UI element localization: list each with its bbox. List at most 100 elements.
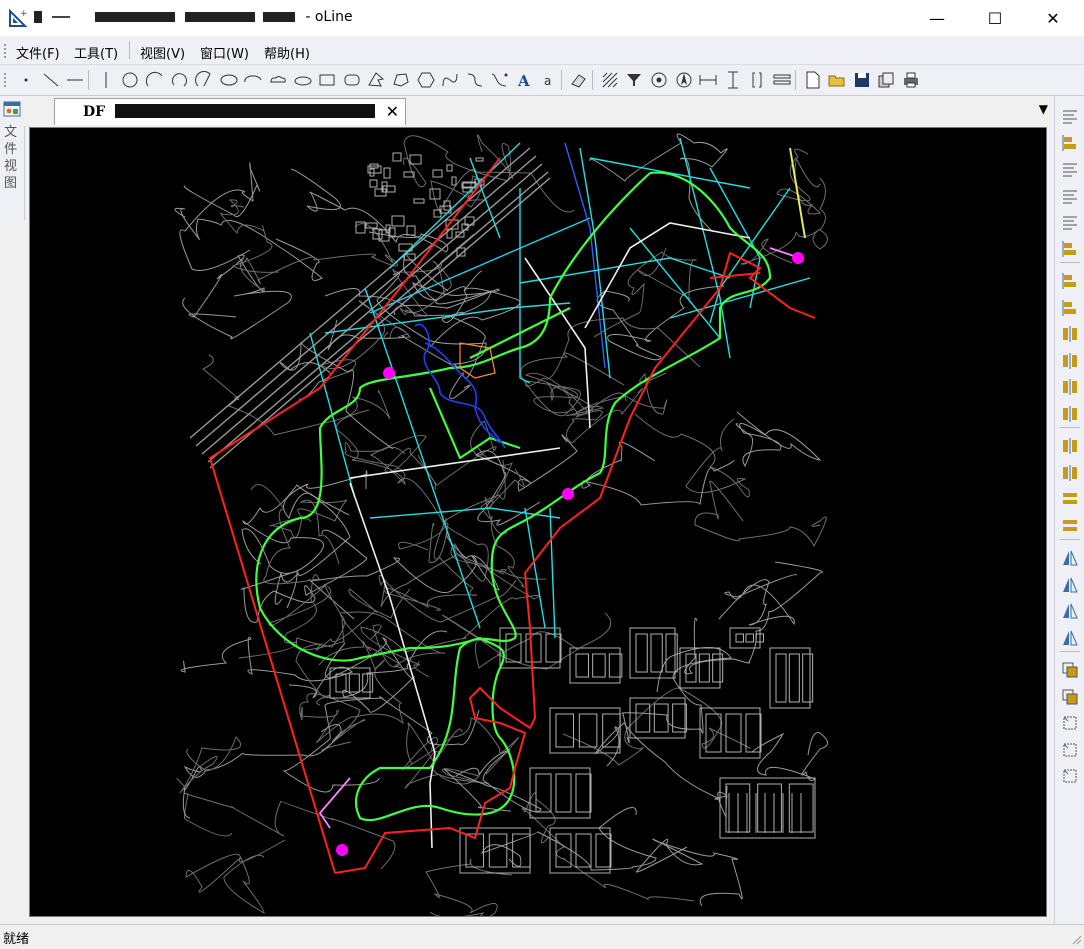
send-back-button[interactable] <box>1060 687 1080 707</box>
cad-map-drawing[interactable] <box>30 128 1046 922</box>
align-center-button[interactable] <box>1060 133 1080 153</box>
menu-help[interactable]: 帮助(H) <box>264 43 310 62</box>
same-width-button[interactable] <box>1060 489 1080 509</box>
menu-window[interactable]: 窗口(W) <box>200 43 249 62</box>
building-unit <box>602 713 621 748</box>
rotate-left-button[interactable] <box>1060 601 1080 621</box>
distribute-top-button[interactable] <box>1060 324 1080 344</box>
drawing-canvas[interactable] <box>29 127 1047 922</box>
arc-tool-button[interactable] <box>145 70 165 90</box>
eraser-tool-button[interactable] <box>569 70 589 90</box>
small-text-tool-button[interactable]: a <box>539 70 559 90</box>
menu-file[interactable]: 文件(F) <box>16 43 60 62</box>
dimension-vertical-tool-button[interactable] <box>723 70 743 90</box>
building-unit <box>650 633 663 673</box>
minimize-button[interactable]: — <box>908 0 966 36</box>
building-block <box>446 164 453 172</box>
distribute-vcenter-button[interactable] <box>1060 463 1080 483</box>
hatch-icon <box>602 72 618 88</box>
align-vcenter-button[interactable] <box>1060 271 1080 291</box>
text-tool-button[interactable]: A <box>514 70 534 90</box>
arc-2-tool-button[interactable] <box>170 70 190 90</box>
menu-grip[interactable] <box>4 44 9 58</box>
node-circle-tool-button[interactable] <box>649 70 669 90</box>
point-tool-button[interactable] <box>16 70 36 90</box>
funnel-tool-button[interactable] <box>624 70 644 90</box>
transform-button[interactable] <box>1060 766 1080 786</box>
flip-vertical-icon <box>1063 577 1078 592</box>
tab-close-icon[interactable]: ✕ <box>386 102 399 121</box>
copy-tool-button[interactable] <box>876 70 896 90</box>
bracket-tool-button[interactable] <box>747 70 767 90</box>
distribute-bottom-button[interactable] <box>1060 351 1080 371</box>
group-button[interactable] <box>1060 713 1080 733</box>
same-width-icon <box>1063 493 1077 504</box>
print-tool-button[interactable] <box>901 70 921 90</box>
same-height-button[interactable] <box>1060 516 1080 536</box>
polygon-tool-button[interactable] <box>391 70 411 90</box>
align-right-button[interactable] <box>1060 159 1080 179</box>
open-file-tool-button[interactable] <box>827 70 847 90</box>
bring-front-button[interactable] <box>1060 660 1080 680</box>
building-block <box>406 225 416 236</box>
line-tool-button[interactable] <box>41 70 61 90</box>
drawing-toolbar: Aa <box>0 65 1084 96</box>
rounded-rectangle-tool-button[interactable] <box>342 70 362 90</box>
align-top-edge-button[interactable] <box>1060 239 1080 259</box>
building-unit <box>535 773 552 813</box>
align-hcenter-button[interactable] <box>1060 298 1080 318</box>
align-justify-button[interactable] <box>1060 186 1080 206</box>
cloud-tool-button[interactable] <box>268 70 288 90</box>
align-left-button[interactable] <box>1060 106 1080 126</box>
flip-vertical-button[interactable] <box>1060 575 1080 595</box>
toolbar-grip[interactable] <box>4 73 9 87</box>
layers-tool-button[interactable] <box>772 70 792 90</box>
distribute-top-icon <box>1063 326 1077 342</box>
menu-tools[interactable]: 工具(T) <box>74 43 118 62</box>
menu-view[interactable]: 视图(V) <box>140 43 185 62</box>
distribute-left-button[interactable] <box>1060 377 1080 397</box>
svg-text:+: + <box>20 9 28 19</box>
group-icon <box>1063 716 1077 730</box>
point-icon <box>24 78 28 82</box>
horizontal-line-tool-button[interactable] <box>65 70 85 90</box>
rotate-right-button[interactable] <box>1060 628 1080 648</box>
save-tool-button[interactable] <box>852 70 872 90</box>
file-view-dock[interactable]: 文件视图 <box>0 96 25 220</box>
distribute-right-button[interactable] <box>1060 404 1080 424</box>
maximize-button[interactable]: ☐ <box>966 0 1024 36</box>
maximize-icon: ☐ <box>987 8 1003 28</box>
contour-line <box>480 806 657 871</box>
building-unit <box>653 703 669 733</box>
contour-line <box>179 162 261 271</box>
new-file-tool-button[interactable] <box>803 70 823 90</box>
spline-tool-button[interactable] <box>465 70 485 90</box>
document-tab[interactable]: DF ✕ <box>54 98 406 125</box>
curve-tool-button[interactable] <box>440 70 460 90</box>
bezier-tool-button[interactable] <box>489 70 509 90</box>
rounded-rect-tool-button[interactable] <box>293 70 313 90</box>
hatch-tool-button[interactable] <box>600 70 620 90</box>
arc-3-tool-button[interactable] <box>194 70 214 90</box>
contour-lines <box>174 133 828 922</box>
polygon-arrow-tool-button[interactable] <box>366 70 386 90</box>
building-unit <box>802 653 814 703</box>
circle-tool-button[interactable] <box>120 70 140 90</box>
resize-grip-icon[interactable] <box>1070 933 1082 945</box>
distribute-hcenter-button[interactable] <box>1060 436 1080 456</box>
ungroup-button[interactable] <box>1060 740 1080 760</box>
flip-horizontal-button[interactable] <box>1060 548 1080 568</box>
vertical-line-icon <box>105 72 107 88</box>
hexagon-tool-button[interactable] <box>416 70 436 90</box>
align-bottom-button[interactable] <box>1060 212 1080 232</box>
dimension-horizontal-tool-button[interactable] <box>698 70 718 90</box>
vertical-line-tool-button[interactable] <box>96 70 116 90</box>
north-arrow-tool-button[interactable] <box>674 70 694 90</box>
contour-line <box>430 169 575 213</box>
ellipse-arc-tool-button[interactable] <box>243 70 263 90</box>
rectangle-tool-button[interactable] <box>317 70 337 90</box>
ellipse-tool-button[interactable] <box>219 70 239 90</box>
tab-list-dropdown-icon[interactable]: ▼ <box>1039 102 1048 116</box>
close-button[interactable]: ✕ <box>1024 0 1082 36</box>
align-top-edge-icon <box>1062 240 1076 257</box>
